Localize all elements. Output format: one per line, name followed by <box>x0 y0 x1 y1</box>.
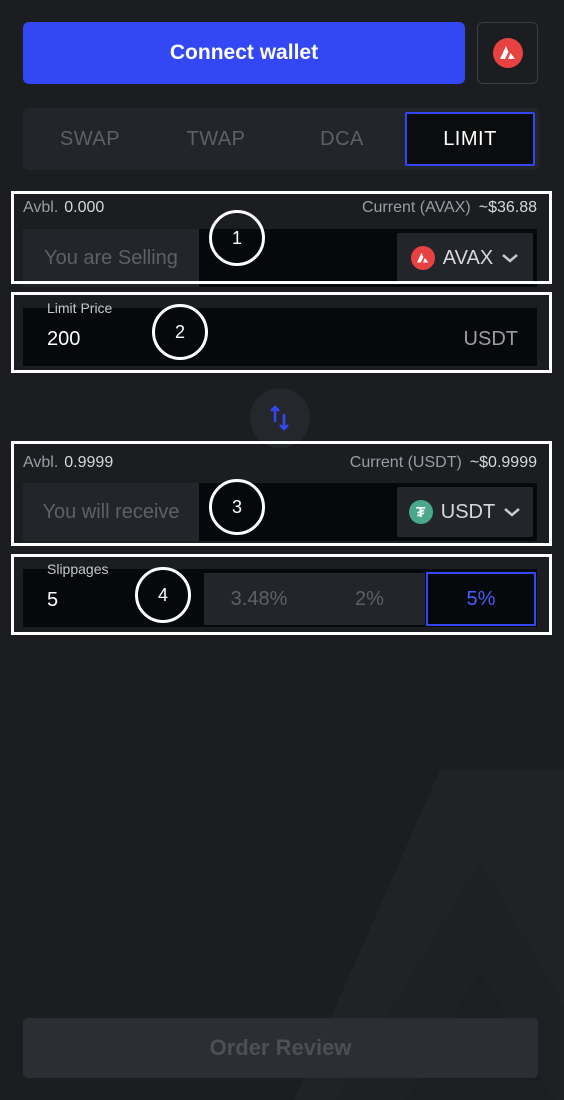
annotation-marker-1: 1 <box>209 210 265 266</box>
annotation-marker-3: 3 <box>209 479 265 535</box>
tab-swap[interactable]: SWAP <box>27 112 153 166</box>
order-review-button[interactable]: Order Review <box>23 1018 538 1078</box>
tab-limit[interactable]: LIMIT <box>405 112 535 166</box>
network-selector-button[interactable] <box>477 22 538 84</box>
swap-arrows-icon <box>270 405 289 431</box>
swap-direction-button[interactable] <box>250 388 310 448</box>
annotation-marker-2: 2 <box>152 304 208 360</box>
annotation-box-1 <box>11 191 552 284</box>
annotation-box-3 <box>11 441 552 546</box>
annotation-box-4 <box>11 554 552 635</box>
connect-wallet-button[interactable]: Connect wallet <box>23 22 465 84</box>
tab-dca[interactable]: DCA <box>279 112 405 166</box>
avax-logo-icon <box>492 38 523 68</box>
annotation-box-2 <box>11 292 552 373</box>
trade-mode-tabs: SWAP TWAP DCA LIMIT <box>23 108 539 170</box>
annotation-marker-4: 4 <box>135 567 191 623</box>
tab-twap[interactable]: TWAP <box>153 112 279 166</box>
limit-order-panel: Connect wallet SWAP TWAP DCA LIMIT Avbl.… <box>0 0 564 1100</box>
